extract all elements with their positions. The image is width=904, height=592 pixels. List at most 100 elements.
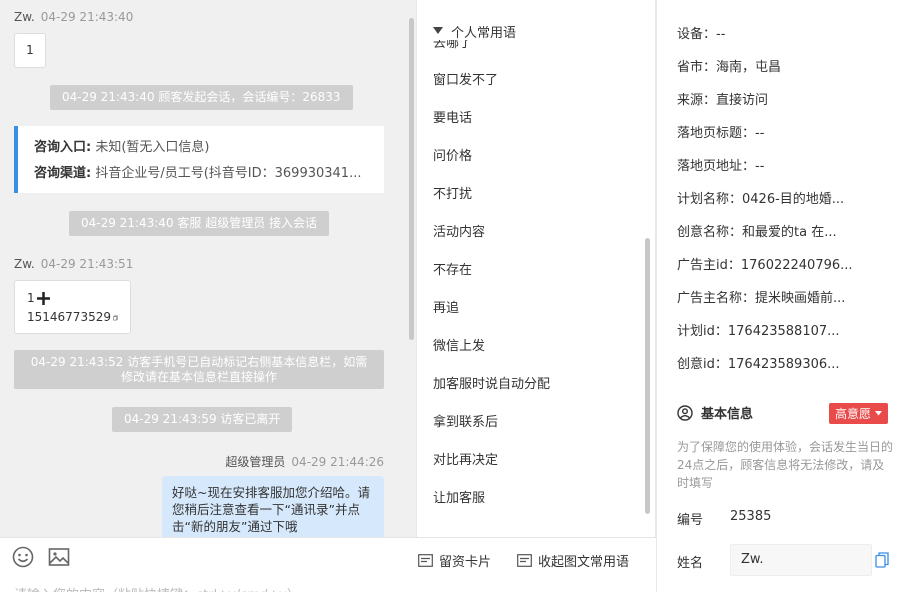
info-value: 和最爱的ta 在...	[742, 225, 837, 240]
channel-label: 咨询渠道:	[34, 166, 92, 181]
visitor-info-row: 计划id：176423588107...	[677, 320, 840, 339]
consult-info-card: 咨询入口: 未知(暂无入口信息) 咨询渠道: 抖音企业号/员工号(抖音号ID：3…	[14, 126, 384, 193]
info-value: --	[755, 159, 765, 174]
phrases-section-title: 个人常用语	[451, 25, 517, 41]
basic-info-title: 基本信息	[701, 407, 754, 422]
info-label: 落地页地址：	[677, 159, 756, 174]
id-value: 25385	[730, 509, 772, 524]
system-message: 04-29 21:43:40 顾客发起会话，会话编号：26833	[50, 85, 353, 110]
collapse-phrases-button[interactable]: 收起图文常用语	[517, 551, 629, 570]
info-label: 计划名称：	[677, 192, 743, 207]
phrase-item[interactable]: 不打扰	[433, 183, 472, 202]
system-message: 04-29 21:43:59 访客已离开	[112, 407, 293, 432]
phrase-item[interactable]: 要电话	[433, 107, 472, 126]
info-value: 176423588107...	[727, 324, 840, 339]
chat-scrollbar[interactable]	[409, 18, 414, 340]
copy-icon[interactable]	[113, 312, 118, 324]
visitor-info-row: 计划名称：0426-目的地婚...	[677, 188, 844, 207]
caret-down-icon	[875, 411, 883, 416]
info-value: 176022240796...	[740, 258, 853, 273]
phrase-item[interactable]: 加客服时说自动分配	[433, 373, 550, 392]
info-value: --	[716, 27, 726, 42]
message-time: 04-29 21:44:26	[291, 455, 384, 469]
phrase-item[interactable]: 问价格	[433, 145, 472, 164]
message-composer: 留资卡片 收起图文常用语 请输入您的内容（粘贴快捷键：ctrl+v/cmd+v）	[0, 537, 656, 592]
visitor-info-row: 创意id：176423589306...	[677, 353, 840, 372]
visitor-info-row: 来源：直接访问	[677, 89, 768, 108]
phrase-item[interactable]: 对比再决定	[433, 449, 498, 468]
phrase-item[interactable]: 不存在	[433, 259, 472, 278]
save-card-label: 留资卡片	[439, 555, 492, 570]
visitor-info-row: 落地页标题：--	[677, 122, 764, 141]
info-value: 直接访问	[716, 93, 769, 108]
chat-panel: Zw. 04-29 21:43:40 1 04-29 21:43:40 顾客发起会…	[0, 0, 416, 537]
name-label: 姓名	[677, 556, 704, 571]
visitor-info-row: 创意名称：和最爱的ta 在...	[677, 221, 837, 240]
message-time: 04-29 21:43:51	[40, 257, 134, 271]
visitor-info-row: 广告主id：176022240796...	[677, 254, 853, 273]
move-cursor-icon	[36, 292, 50, 305]
id-label: 编号	[677, 513, 704, 528]
phrase-item[interactable]: 窗口发不了	[433, 69, 498, 88]
phrase-item[interactable]: 活动内容	[433, 221, 485, 240]
info-label: 创意id：	[677, 357, 728, 372]
info-label: 落地页标题：	[677, 126, 756, 141]
info-value: --	[755, 126, 765, 141]
agent-name: 超级管理员	[225, 455, 286, 469]
info-value: 176423589306...	[727, 357, 840, 372]
user-icon	[677, 404, 693, 421]
phrase-item[interactable]: 让加客服	[433, 487, 485, 506]
sender-name: Zw.	[14, 10, 35, 24]
message-header: 超级管理员 04-29 21:44:26	[225, 453, 384, 470]
info-value: 0426-目的地婚...	[742, 192, 845, 207]
intent-badge[interactable]: 高意愿	[829, 403, 889, 424]
info-value: 海南，屯昌	[716, 60, 782, 75]
info-label: 省市：	[677, 60, 717, 75]
image-icon[interactable]	[48, 546, 70, 568]
phrase-item[interactable]: 拿到联系后	[433, 411, 498, 430]
info-label: 计划id：	[677, 324, 728, 339]
info-label: 广告主id：	[677, 258, 741, 273]
save-card-button[interactable]: 留资卡片	[418, 551, 491, 570]
message-line: 1	[27, 291, 35, 305]
edit-notice: 为了保障您的使用体验，会话发生当日的24点之后，顾客信息将无法修改，请及时填写	[677, 440, 894, 490]
visitor-info-row: 省市：海南，屯昌	[677, 56, 781, 75]
caret-down-icon	[433, 27, 443, 34]
message-header: Zw. 04-29 21:43:40	[14, 10, 133, 24]
visitor-info-row: 落地页地址：--	[677, 155, 764, 174]
message-time: 04-29 21:43:40	[40, 10, 134, 24]
collapse-phrases-label: 收起图文常用语	[538, 555, 630, 570]
info-label: 创意名称：	[677, 225, 743, 240]
system-message: 04-29 21:43:40 客服 超级管理员 接入会话	[69, 211, 330, 236]
info-label: 设备：	[677, 27, 717, 42]
card-icon	[418, 554, 433, 567]
phrases-icon	[517, 554, 532, 567]
smiley-icon[interactable]	[12, 546, 34, 568]
message-header: Zw. 04-29 21:43:51	[14, 257, 133, 271]
name-field[interactable]: Zw.	[730, 544, 872, 576]
intent-label: 高意愿	[835, 407, 872, 421]
visitor-message: 1	[14, 33, 46, 68]
info-label: 来源：	[677, 93, 717, 108]
system-message: 04-29 21:43:52 访客手机号已自动标记右侧基本信息栏，如需修改请在基…	[14, 350, 384, 389]
message-input[interactable]: 请输入您的内容（粘贴快捷键：ctrl+v/cmd+v）	[14, 584, 300, 592]
phrases-scrollbar[interactable]	[645, 238, 650, 514]
visitor-message: 1 15146773529	[14, 280, 131, 334]
phrases-section-header[interactable]: 个人常用语	[433, 22, 633, 41]
phone-number: 15146773529	[27, 310, 111, 324]
visitor-info-row: 设备：--	[677, 23, 725, 42]
phrase-item[interactable]: 微信上发	[433, 335, 485, 354]
entry-label: 咨询入口:	[34, 140, 92, 155]
sender-name: Zw.	[14, 257, 35, 271]
agent-message: 好哒~现在安排客服加您介绍哈。请您稍后注意查看一下“通讯录”并点击“新的朋友”通…	[162, 476, 384, 537]
entry-value: 未知(暂无入口信息)	[95, 140, 210, 155]
visitor-info-row: 广告主名称：提米映画婚前...	[677, 287, 845, 306]
info-label: 广告主名称：	[677, 291, 756, 306]
phrase-item[interactable]: 再追	[433, 297, 459, 316]
channel-value: 抖音企业号/员工号(抖音号ID：369930341...	[95, 166, 362, 181]
copy-icon[interactable]	[875, 552, 889, 568]
basic-info-header: 基本信息	[677, 403, 753, 422]
visitor-info-panel: 设备：-- 省市：海南，屯昌 来源：直接访问 落地页标题：-- 落地页地址：-- 计划名称…	[656, 0, 904, 592]
info-value: 提米映画婚前...	[755, 291, 846, 306]
phrases-panel: 去哪了 个人常用语 窗口发不了 要电话 问价格 不打扰 活动内容 不存在 再追 微信上发 加客服…	[416, 0, 656, 537]
